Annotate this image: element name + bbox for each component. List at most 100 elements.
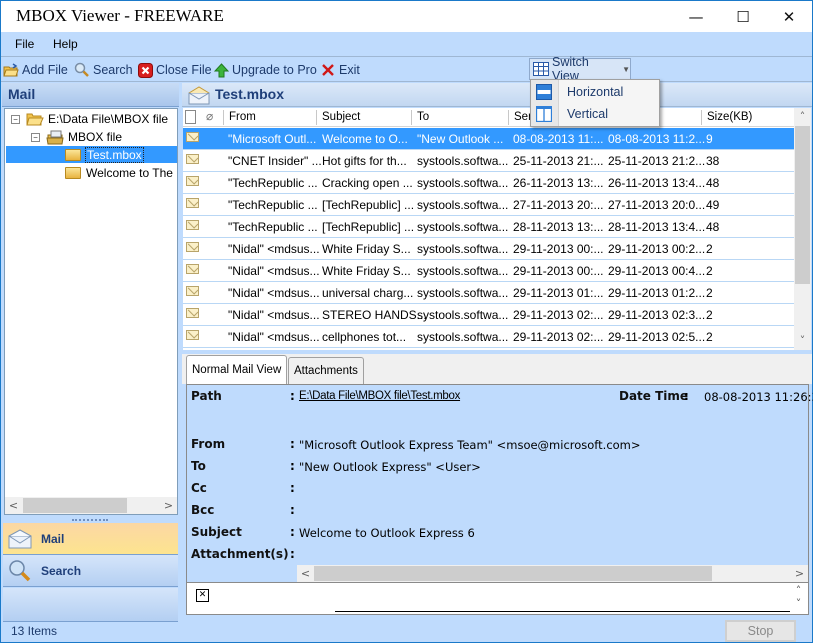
cell-to: systools.softwa... (417, 242, 509, 256)
email-row[interactable]: "Nidal" <mdsus... White Friday S... systoo… (183, 238, 795, 260)
message-body[interactable]: ✕ ˄ ˅ (186, 583, 809, 615)
column-header-from[interactable]: From (223, 110, 316, 125)
from-value: "Microsoft Outlook Express Team" <msoe@m… (299, 438, 641, 452)
add-file-button[interactable]: Add File (3, 61, 68, 79)
scroll-left-icon[interactable]: < (5, 497, 22, 514)
path-link[interactable]: E:\Data File\MBOX file\Test.mbox (299, 390, 460, 402)
cell-from: "TechRepublic ... (228, 220, 318, 234)
scroll-up-icon[interactable]: ˄ (794, 108, 811, 125)
tree-node-welcome[interactable]: Welcome to The (65, 164, 173, 182)
cell-sent: 28-11-2013 13:... (513, 220, 604, 234)
menu-item-vertical[interactable]: Vertical (531, 103, 659, 125)
close-window-button[interactable]: ✕ (766, 1, 812, 32)
envelope-icon (186, 132, 199, 142)
grid-vertical-scrollbar[interactable]: ˄ ˅ (794, 108, 811, 350)
document-icon (185, 110, 196, 124)
stop-button[interactable]: Stop (725, 620, 796, 642)
cell-received: 26-11-2013 13:4... (608, 176, 706, 190)
search-button[interactable]: Search (74, 61, 133, 79)
cell-sent: 27-11-2013 20:... (513, 198, 604, 212)
tree-label: MBOX file (68, 130, 123, 144)
splitter-grip[interactable] (72, 519, 108, 522)
subject-value: Welcome to Outlook Express 6 (299, 526, 475, 540)
exit-button[interactable]: Exit (320, 61, 360, 79)
nav-search-button[interactable]: Search (3, 555, 178, 587)
cell-size: 48 (706, 176, 720, 190)
tree-node-mbox-file[interactable]: − MBOX file (31, 128, 122, 146)
tree-horizontal-scrollbar[interactable]: < > (5, 497, 177, 514)
envelope-icon (186, 308, 199, 318)
cell-sent: 29-11-2013 02:... (513, 308, 604, 322)
menu-help[interactable]: Help (53, 37, 78, 51)
cell-subject: Cracking open ... (322, 176, 413, 190)
maximize-button[interactable]: ☐ (720, 1, 766, 32)
minimize-button[interactable]: — (673, 1, 719, 32)
scroll-down-icon[interactable]: ˅ (794, 332, 811, 349)
body-scroll-arrows[interactable]: ˄ ˅ (790, 584, 807, 614)
attachments-label: Attachment(s) (191, 547, 289, 561)
envelope-icon (186, 330, 199, 340)
colon: : (684, 389, 689, 403)
upgrade-to-pro-button[interactable]: Upgrade to Pro (213, 61, 317, 79)
scroll-thumb[interactable] (23, 498, 127, 513)
switch-view-button[interactable]: Switch View ▼ (529, 55, 631, 83)
folder-icon (65, 149, 81, 161)
envelope-icon (186, 198, 199, 208)
colon: : (290, 459, 295, 473)
vertical-label: Vertical (567, 107, 608, 121)
tree-label: Welcome to The (86, 166, 173, 180)
scroll-thumb[interactable] (314, 566, 712, 581)
mail-header-label: Mail (8, 86, 36, 102)
menu-file[interactable]: File (15, 37, 34, 51)
scroll-left-icon[interactable]: < (297, 565, 314, 582)
email-row[interactable]: "TechRepublic ... [TechRepublic] ... systo… (183, 216, 795, 238)
collapse-icon[interactable]: − (31, 132, 40, 142)
colon: : (290, 481, 295, 495)
search-icon (74, 62, 90, 78)
email-row[interactable]: "Nidal" <mdsus... STEREO HANDS... systools… (183, 304, 795, 326)
tab-normal-mail-view[interactable]: Normal Mail View (186, 355, 288, 384)
switch-view-menu: Horizontal Vertical (530, 79, 660, 127)
collapse-icon[interactable]: − (11, 114, 20, 124)
tab-attachments[interactable]: Attachments (288, 357, 364, 384)
column-header-to[interactable]: To (411, 110, 508, 125)
close-file-button[interactable]: Close File (137, 61, 212, 79)
nav-mail-button[interactable]: Mail (3, 523, 178, 555)
cell-subject: Hot gifts for th... (322, 154, 407, 168)
grid-header: ⌀ From Subject To Sent Received Size(KB) (183, 108, 795, 127)
tree-node-data-file[interactable]: − E:\Data File\MBOX file (11, 110, 168, 128)
scroll-right-icon[interactable]: > (160, 497, 177, 514)
tree-node-test-mbox[interactable]: Test.mbox (65, 146, 144, 164)
chevron-down-icon: ▼ (622, 64, 630, 74)
email-row[interactable]: "Nidal" <mdsus... White Friday S... systoo… (183, 260, 795, 282)
cell-received: 28-11-2013 13:4... (608, 220, 706, 234)
cell-from: "TechRepublic ... (228, 176, 318, 190)
cell-to: systools.softwa... (417, 308, 509, 322)
horizontal-label: Horizontal (567, 85, 624, 99)
open-mail-icon (188, 85, 210, 105)
email-row[interactable]: "Nidal" <mdsus... universal charg... systo… (183, 282, 795, 304)
cell-to: systools.softwa... (417, 198, 509, 212)
colon: : (290, 525, 295, 539)
column-header-subject[interactable]: Subject (316, 110, 411, 125)
cell-size: 9 (706, 132, 713, 146)
cell-to: systools.softwa... (417, 330, 509, 344)
to-label: To (191, 459, 206, 473)
envelope-icon (186, 286, 199, 296)
menu-item-horizontal[interactable]: Horizontal (531, 81, 659, 103)
envelope-icon (186, 220, 199, 230)
item-count: 13 Items (11, 624, 58, 638)
email-row[interactable]: "Microsoft Outl... Welcome to O... "New Ou… (183, 128, 795, 150)
cell-received: 27-11-2013 20:0... (608, 198, 706, 212)
detail-horizontal-scrollbar[interactable]: < > (297, 565, 808, 582)
scroll-right-icon[interactable]: > (791, 565, 808, 582)
cell-from: "Nidal" <mdsus... (228, 242, 320, 256)
column-header-size[interactable]: Size(KB) (701, 110, 795, 125)
email-row[interactable]: "Nidal" <mdsus... cellphones tot... systoo… (183, 326, 795, 348)
email-row[interactable]: "TechRepublic ... Cracking open ... systoo… (183, 172, 795, 194)
envelope-icon (186, 154, 199, 164)
cell-received: 29-11-2013 00:2... (608, 242, 706, 256)
email-row[interactable]: "TechRepublic ... [TechRepublic] ... systo… (183, 194, 795, 216)
scroll-thumb[interactable] (795, 126, 810, 284)
email-row[interactable]: "CNET Insider" ... Hot gifts for th... sys… (183, 150, 795, 172)
